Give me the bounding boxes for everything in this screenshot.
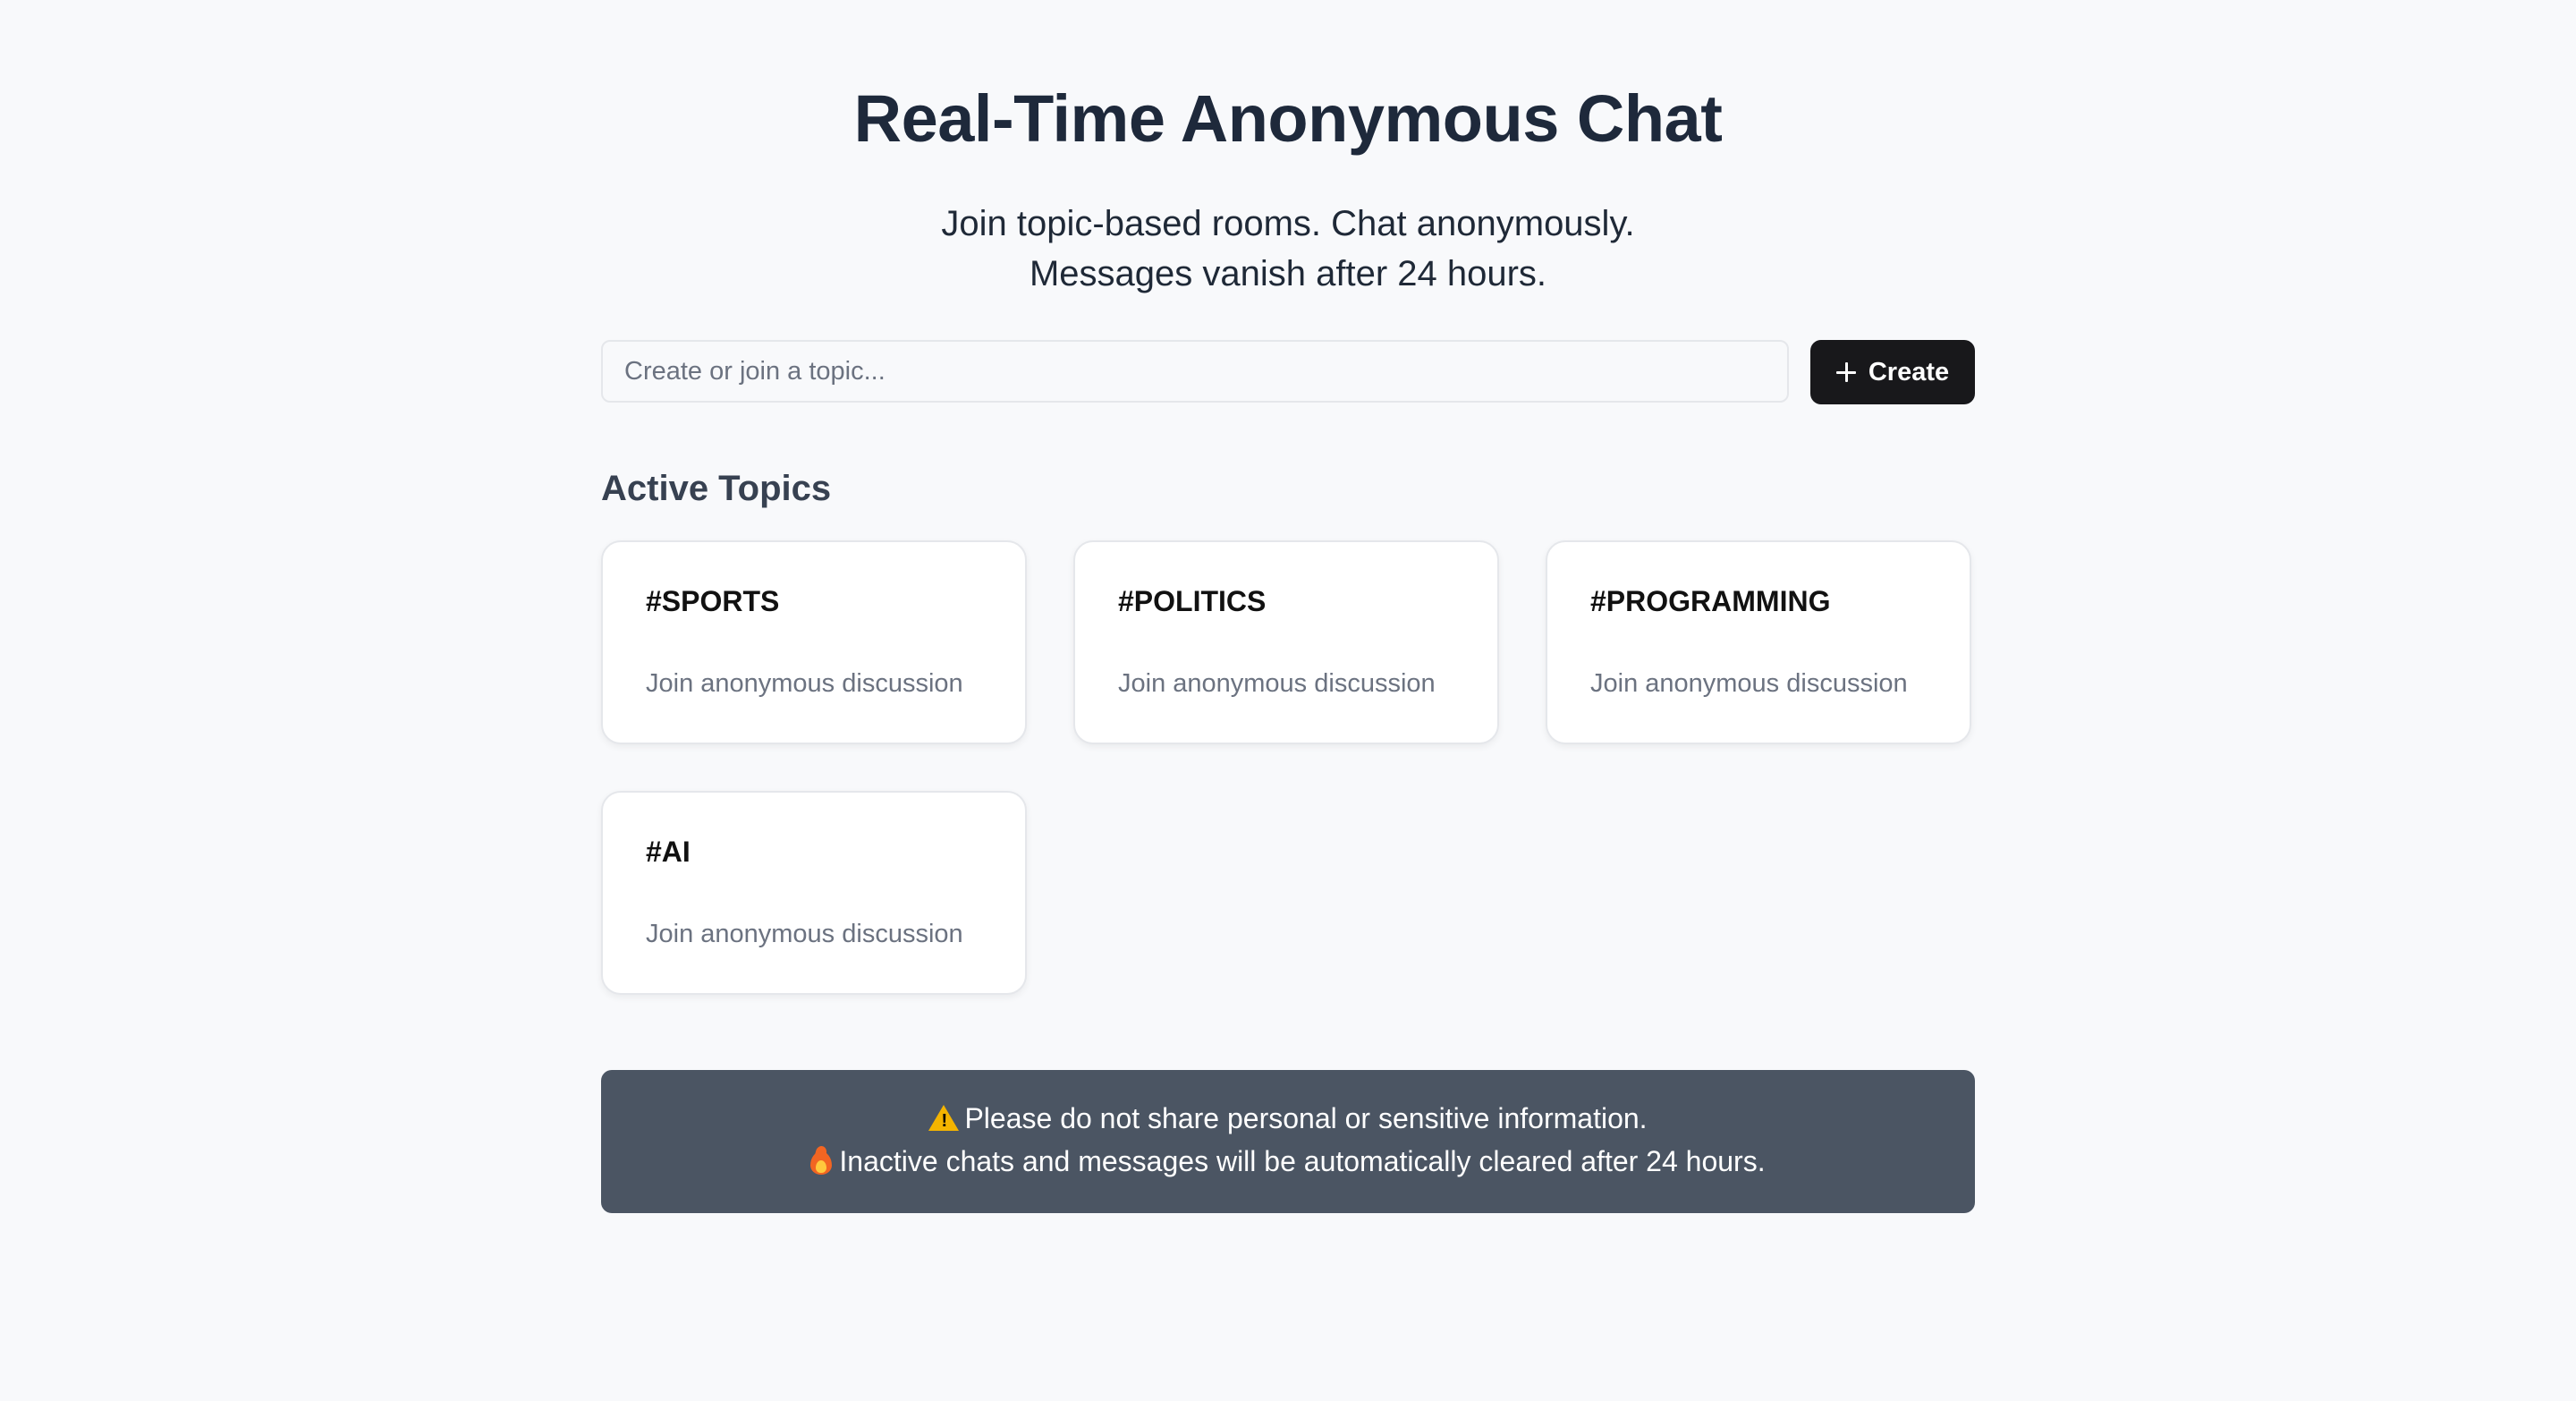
notice-line-2: Inactive chats and messages will be auto… — [601, 1140, 1975, 1183]
subtitle-line-2: Messages vanish after 24 hours. — [1029, 254, 1547, 293]
create-button[interactable]: Create — [1810, 340, 1975, 404]
page-subtitle: Join topic-based rooms. Chat anonymously… — [0, 199, 2576, 299]
page-title: Real-Time Anonymous Chat — [853, 81, 1723, 156]
plus-icon — [1835, 362, 1856, 382]
subtitle-line-1: Join topic-based rooms. Chat anonymously… — [941, 204, 1635, 243]
notice-line-1-text: Please do not share personal or sensitiv… — [964, 1102, 1648, 1134]
topic-card-description: Join anonymous discussion — [646, 920, 963, 948]
topic-card-description: Join anonymous discussion — [1590, 669, 1908, 698]
notice-line-2-text: Inactive chats and messages will be auto… — [839, 1145, 1766, 1177]
topic-card-sports[interactable]: #SPORTS Join anonymous discussion — [601, 540, 1027, 744]
notice-banner: ! Please do not share personal or sensiti… — [601, 1070, 1975, 1213]
notice-line-1: ! Please do not share personal or sensiti… — [601, 1097, 1975, 1140]
topic-card-programming[interactable]: #PROGRAMMING Join anonymous discussion — [1546, 540, 1971, 744]
topic-card-politics[interactable]: #POLITICS Join anonymous discussion — [1073, 540, 1499, 744]
active-topics-heading: Active Topics — [601, 469, 832, 508]
topic-card-description: Join anonymous discussion — [646, 669, 963, 698]
topic-input[interactable] — [601, 340, 1789, 403]
page: Real-Time Anonymous Chat Join topic-base… — [0, 0, 2576, 1401]
topic-card-title: #POLITICS — [1118, 585, 1267, 617]
fire-icon — [810, 1144, 833, 1175]
warning-icon: ! — [928, 1105, 960, 1131]
create-button-label: Create — [1868, 357, 1950, 386]
topic-card-ai[interactable]: #AI Join anonymous discussion — [601, 791, 1027, 995]
topic-card-title: #AI — [646, 836, 691, 868]
topic-card-title: #PROGRAMMING — [1590, 585, 1831, 617]
topic-card-title: #SPORTS — [646, 585, 780, 617]
topic-card-description: Join anonymous discussion — [1118, 669, 1436, 698]
